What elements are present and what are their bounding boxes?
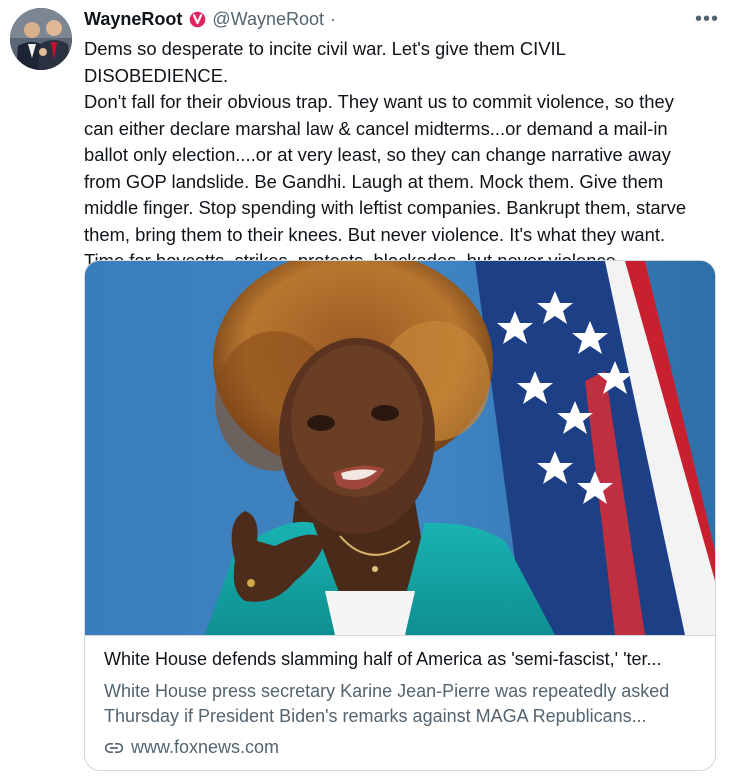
card-description-line: White House press secretary Karine Jean-… — [104, 681, 670, 701]
separator-dot: · — [330, 8, 336, 29]
card-domain-row[interactable]: www.foxnews.com — [104, 737, 279, 758]
link-icon — [104, 738, 124, 758]
display-name[interactable]: WayneRoot — [84, 9, 182, 30]
card-title[interactable]: White House defends slamming half of Ame… — [104, 649, 704, 670]
card-domain[interactable]: www.foxnews.com — [131, 737, 279, 758]
avatar[interactable] — [10, 8, 72, 70]
handle[interactable]: @WayneRoot — [212, 9, 324, 30]
more-options-icon[interactable]: ••• — [692, 6, 722, 32]
tweet-header: WayneRoot @WayneRoot · ••• — [84, 6, 722, 32]
card-description: White House press secretary Karine Jean-… — [104, 679, 699, 729]
verified-badge-icon — [189, 11, 206, 28]
card-divider — [85, 635, 715, 636]
link-preview-card[interactable]: White House defends slamming half of Ame… — [84, 260, 716, 771]
avatar-image — [10, 8, 72, 70]
card-description-line: Thursday if President Biden's remarks ag… — [104, 706, 647, 726]
tweet-text: Dems so desperate to incite civil war. L… — [84, 38, 687, 271]
tweet[interactable]: WayneRoot @WayneRoot · ••• Dems so despe… — [0, 0, 742, 776]
card-image — [85, 261, 715, 635]
